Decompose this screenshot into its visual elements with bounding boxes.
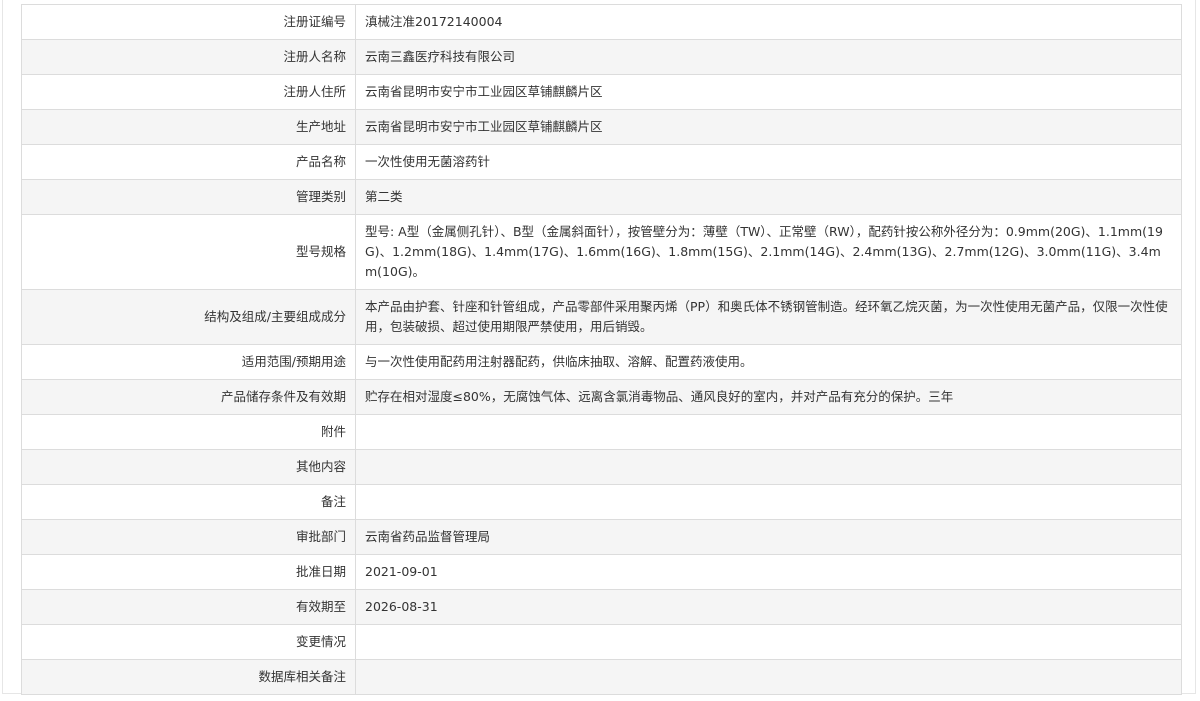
table-row: 产品名称 一次性使用无菌溶药针 — [21, 144, 1182, 180]
detail-panel: 注册证编号 滇械注准20172140004 注册人名称 云南三鑫医疗科技有限公司… — [2, 0, 1196, 695]
field-label-product-name: 产品名称 — [21, 144, 356, 180]
field-value-attachments — [355, 414, 1182, 450]
field-value-valid-until: 2026-08-31 — [355, 589, 1182, 625]
field-label-model-spec: 型号规格 — [21, 214, 356, 290]
table-row: 产品储存条件及有效期 贮存在相对湿度≤80%，无腐蚀气体、远离含氯消毒物品、通风… — [21, 379, 1182, 415]
field-value-management-category: 第二类 — [355, 179, 1182, 215]
table-row: 管理类别 第二类 — [21, 179, 1182, 215]
field-label-attachments: 附件 — [21, 414, 356, 450]
field-label-intended-use: 适用范围/预期用途 — [21, 344, 356, 380]
table-row: 注册人名称 云南三鑫医疗科技有限公司 — [21, 39, 1182, 75]
field-value-product-name: 一次性使用无菌溶药针 — [355, 144, 1182, 180]
table-row: 变更情况 — [21, 624, 1182, 660]
field-label-management-category: 管理类别 — [21, 179, 356, 215]
field-label-registration-number: 注册证编号 — [21, 4, 356, 40]
table-row: 附件 — [21, 414, 1182, 450]
field-value-other-content — [355, 449, 1182, 485]
table-row: 有效期至 2026-08-31 — [21, 589, 1182, 625]
table-row: 备注 — [21, 484, 1182, 520]
field-label-remarks: 备注 — [21, 484, 356, 520]
field-value-approval-department: 云南省药品监督管理局 — [355, 519, 1182, 555]
registration-detail-table: 注册证编号 滇械注准20172140004 注册人名称 云南三鑫医疗科技有限公司… — [21, 4, 1182, 695]
field-label-production-address: 生产地址 — [21, 109, 356, 145]
field-value-registrant-address: 云南省昆明市安宁市工业园区草铺麒麟片区 — [355, 74, 1182, 110]
table-row: 结构及组成/主要组成成分 本产品由护套、针座和针管组成，产品零部件采用聚丙烯（P… — [21, 289, 1182, 345]
field-label-database-notes: 数据库相关备注 — [21, 659, 356, 695]
field-value-database-notes — [355, 659, 1182, 695]
field-value-model-spec: 型号: A型（金属侧孔针）、B型（金属斜面针），按管壁分为：薄壁（TW）、正常壁… — [355, 214, 1182, 290]
table-row: 生产地址 云南省昆明市安宁市工业园区草铺麒麟片区 — [21, 109, 1182, 145]
field-value-intended-use: 与一次性使用配药用注射器配药，供临床抽取、溶解、配置药液使用。 — [355, 344, 1182, 380]
field-value-change-history — [355, 624, 1182, 660]
table-row: 审批部门 云南省药品监督管理局 — [21, 519, 1182, 555]
table-row: 批准日期 2021-09-01 — [21, 554, 1182, 590]
field-label-registrant-name: 注册人名称 — [21, 39, 356, 75]
field-label-structure-composition: 结构及组成/主要组成成分 — [21, 289, 356, 345]
table-row: 注册证编号 滇械注准20172140004 — [21, 4, 1182, 40]
field-value-registration-number: 滇械注准20172140004 — [355, 4, 1182, 40]
field-label-approval-date: 批准日期 — [21, 554, 356, 590]
table-row: 型号规格 型号: A型（金属侧孔针）、B型（金属斜面针），按管壁分为：薄壁（TW… — [21, 214, 1182, 290]
table-row: 适用范围/预期用途 与一次性使用配药用注射器配药，供临床抽取、溶解、配置药液使用… — [21, 344, 1182, 380]
field-label-other-content: 其他内容 — [21, 449, 356, 485]
field-value-storage-validity: 贮存在相对湿度≤80%，无腐蚀气体、远离含氯消毒物品、通风良好的室内，并对产品有… — [355, 379, 1182, 415]
field-value-registrant-name: 云南三鑫医疗科技有限公司 — [355, 39, 1182, 75]
field-label-approval-department: 审批部门 — [21, 519, 356, 555]
field-value-remarks — [355, 484, 1182, 520]
field-label-change-history: 变更情况 — [21, 624, 356, 660]
table-row: 其他内容 — [21, 449, 1182, 485]
field-label-storage-validity: 产品储存条件及有效期 — [21, 379, 356, 415]
field-label-registrant-address: 注册人住所 — [21, 74, 356, 110]
table-row: 注册人住所 云南省昆明市安宁市工业园区草铺麒麟片区 — [21, 74, 1182, 110]
table-row: 数据库相关备注 — [21, 659, 1182, 695]
field-label-valid-until: 有效期至 — [21, 589, 356, 625]
field-value-production-address: 云南省昆明市安宁市工业园区草铺麒麟片区 — [355, 109, 1182, 145]
field-value-approval-date: 2021-09-01 — [355, 554, 1182, 590]
field-value-structure-composition: 本产品由护套、针座和针管组成，产品零部件采用聚丙烯（PP）和奥氏体不锈钢管制造。… — [355, 289, 1182, 345]
